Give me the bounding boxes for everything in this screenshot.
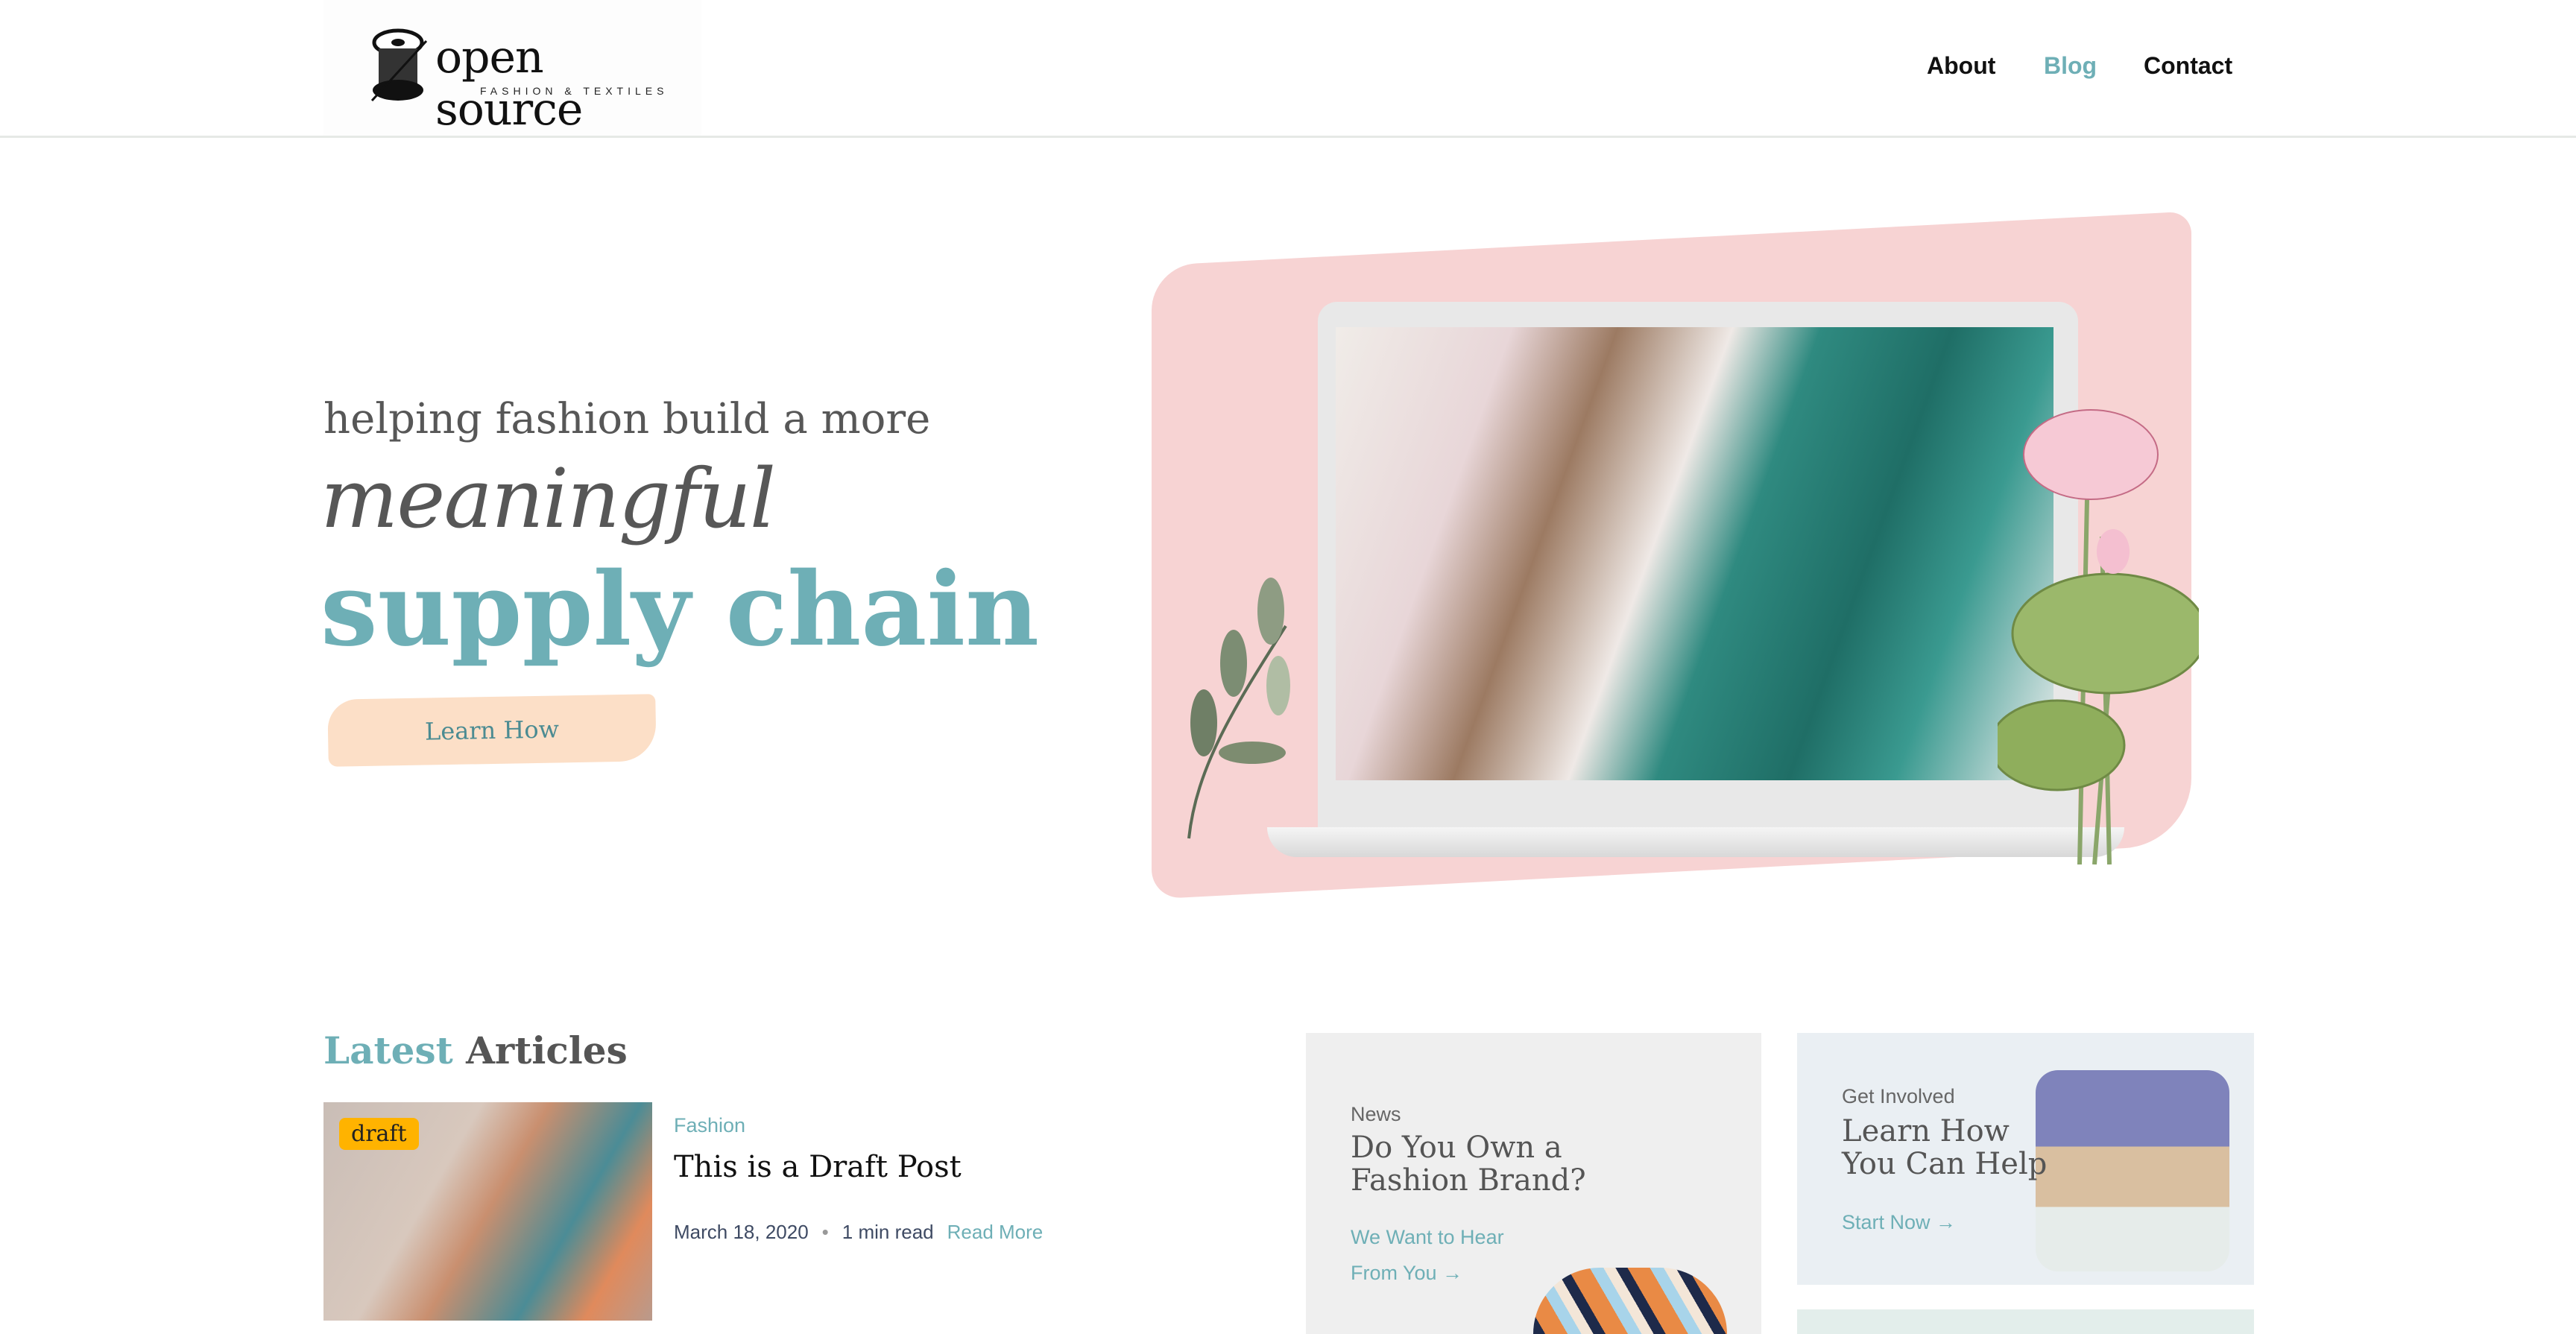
laptop-base: [1267, 827, 2124, 857]
card-link[interactable]: We Want to Hear From You →: [1351, 1219, 1504, 1291]
nav-contact[interactable]: Contact: [2144, 52, 2232, 80]
promo-card[interactable]: [1797, 1309, 2254, 1334]
article-read-time: 1 min read: [842, 1221, 934, 1243]
hero-script-word: meaningful: [321, 451, 776, 546]
card-title-line: You Can Help: [1842, 1147, 2048, 1181]
get-involved-card[interactable]: Get Involved Learn How You Can Help Start…: [1797, 1033, 2254, 1285]
article-date: March 18, 2020: [674, 1221, 809, 1243]
folded-towels-image: [2036, 1070, 2229, 1271]
logo-text: open source: [435, 31, 583, 136]
read-more-link[interactable]: Read More: [947, 1221, 1044, 1244]
patterned-bag-image: [1533, 1268, 1727, 1334]
lotus-flower-icon: [1998, 409, 2199, 864]
card-kicker: News: [1351, 1103, 1401, 1125]
site-header: open source FASHION & TEXTILES About Blo…: [0, 0, 2576, 138]
card-title-line: Do You Own a: [1351, 1131, 1562, 1165]
hero-tagline: helping fashion build a more: [323, 395, 931, 443]
card-kicker: Get Involved: [1842, 1085, 1955, 1107]
hero-photo: [1336, 327, 2053, 780]
spool-icon: [370, 28, 428, 102]
logo-subtitle: FASHION & TEXTILES: [480, 85, 669, 97]
card-link-line: From You →: [1351, 1262, 1463, 1284]
article-meta: March 18, 2020 • 1 min read Read More: [674, 1221, 1043, 1244]
card-title: Learn How You Can Help: [1842, 1115, 2047, 1180]
heading-rest: Articles: [466, 1028, 628, 1072]
heading-accent: Latest: [323, 1028, 453, 1072]
learn-how-button[interactable]: Learn How: [327, 694, 657, 767]
hero-headline: supply chain: [321, 550, 1040, 669]
card-title-line: Learn How: [1842, 1114, 2010, 1148]
latest-articles-heading: Latest Articles: [323, 1028, 628, 1072]
leaf-branch-icon: [1187, 578, 1290, 839]
start-now-link[interactable]: Start Now →: [1842, 1204, 1956, 1240]
card-link-line: We Want to Hear: [1351, 1226, 1504, 1248]
nav-blog[interactable]: Blog: [2044, 52, 2097, 80]
card-title: Do You Own a Fashion Brand?: [1351, 1131, 1586, 1197]
site-logo[interactable]: open source FASHION & TEXTILES: [323, 0, 701, 136]
separator-dot: •: [821, 1221, 829, 1243]
article-category[interactable]: Fashion: [674, 1114, 745, 1137]
draft-badge: draft: [339, 1118, 419, 1150]
article-title[interactable]: This is a Draft Post: [674, 1150, 962, 1184]
nav-about[interactable]: About: [1927, 52, 1995, 80]
news-card[interactable]: News Do You Own a Fashion Brand? We Want …: [1306, 1033, 1761, 1334]
card-title-line: Fashion Brand?: [1351, 1163, 1586, 1198]
